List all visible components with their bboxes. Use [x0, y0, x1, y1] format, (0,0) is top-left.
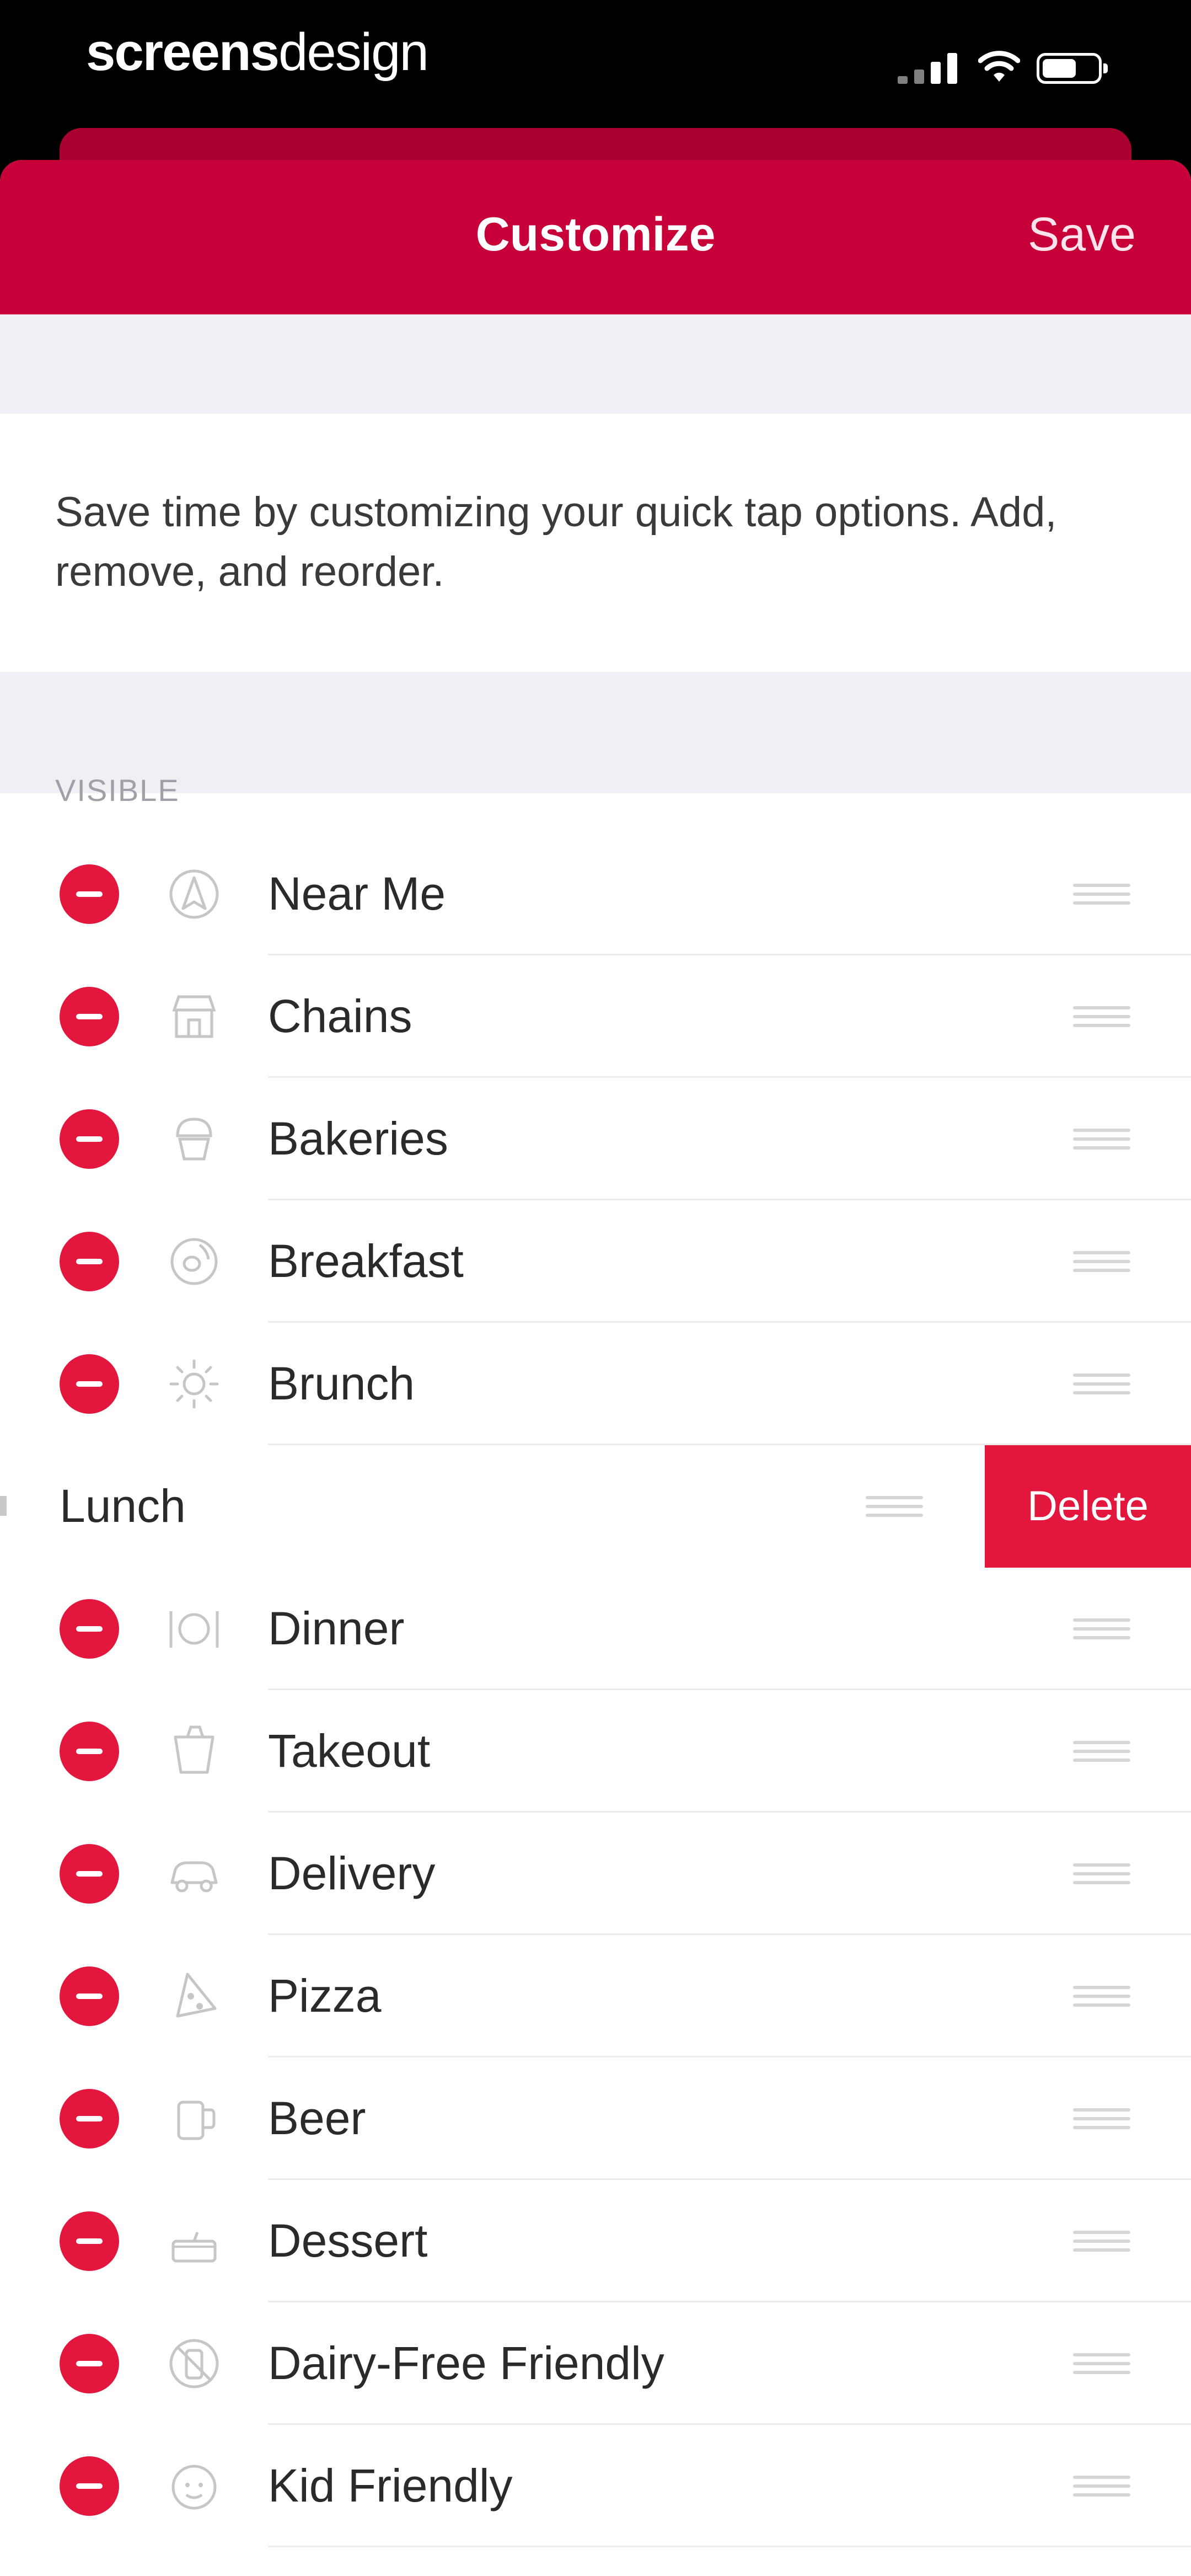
storefront-icon — [163, 986, 225, 1047]
list-item-label: Takeout — [268, 1725, 431, 1777]
sun-icon — [163, 1353, 225, 1415]
list-item-label: Dessert — [268, 2215, 428, 2267]
remove-item-button[interactable] — [60, 1109, 119, 1169]
remove-item-button[interactable] — [60, 2334, 119, 2393]
list-item-label: Dinner — [268, 1602, 405, 1654]
list-item-label: Beer — [268, 2092, 366, 2144]
remove-item-button[interactable] — [60, 2211, 119, 2271]
remove-item-button[interactable] — [60, 1844, 119, 1904]
list-item-label: Lunch — [60, 1480, 186, 1532]
customize-sheet: Customize Save Save time by customizing … — [0, 160, 1191, 2576]
status-bar: screensdesign — [0, 0, 1191, 128]
beer-mug-icon — [163, 2088, 225, 2150]
remove-item-button[interactable] — [60, 1232, 119, 1291]
location-arrow-icon — [163, 863, 225, 925]
watermark-bold: screens — [86, 23, 280, 82]
drag-handle-icon[interactable] — [1073, 884, 1130, 906]
watermark: screensdesign — [86, 22, 429, 83]
list-item[interactable]: Lunch Delete — [0, 1445, 1191, 1568]
drag-handle-icon[interactable] — [1073, 2476, 1130, 2498]
list-item-label: Delivery — [268, 1847, 436, 1899]
list-item[interactable]: Dessert — [0, 2180, 1191, 2302]
list-item[interactable]: Takeout — [0, 1690, 1191, 1813]
intro-text: Save time by customizing your quick tap … — [55, 489, 1057, 595]
remove-item-button[interactable] — [60, 1966, 119, 2026]
delete-button[interactable]: Delete — [985, 1445, 1191, 1568]
remove-item-button[interactable] — [60, 1354, 119, 1414]
list-item[interactable]: Beer — [0, 2057, 1191, 2180]
list-item[interactable]: Kid Friendly — [0, 2425, 1191, 2547]
egg-icon — [163, 1231, 225, 1292]
dairy-free-icon — [163, 2333, 225, 2395]
list-item-label: Breakfast — [268, 1235, 464, 1287]
list-item[interactable]: Chains — [0, 955, 1191, 1078]
remove-item-button[interactable] — [60, 2456, 119, 2516]
list-item-label: Chains — [268, 990, 412, 1042]
takeout-box-icon — [163, 1720, 225, 1782]
wifi-icon — [978, 49, 1021, 84]
cake-icon — [163, 2210, 225, 2272]
drag-handle-icon[interactable] — [1073, 1251, 1130, 1273]
drag-handle-icon[interactable] — [1073, 2353, 1130, 2375]
cellular-signal-icon — [898, 53, 958, 84]
drag-edge-indicator — [0, 1496, 7, 1516]
drag-handle-icon[interactable] — [1073, 1741, 1130, 1763]
drag-handle-icon[interactable] — [1073, 1618, 1130, 1640]
drag-handle-icon[interactable] — [1073, 2231, 1130, 2253]
list-item[interactable]: Brunch — [0, 1323, 1191, 1445]
watermark-light: design — [278, 23, 429, 82]
list-item-label: Dairy-Free Friendly — [268, 2337, 664, 2389]
list-item-label: Brunch — [268, 1358, 415, 1409]
delivery-car-icon — [163, 1843, 225, 1905]
list-item[interactable]: Bakeries — [0, 1078, 1191, 1200]
section-header: VISIBLE — [55, 773, 180, 808]
list-item[interactable]: Delivery — [0, 1813, 1191, 1935]
save-button[interactable]: Save — [1028, 207, 1136, 262]
list-item[interactable]: Dairy-Free Friendly — [0, 2302, 1191, 2425]
list-item[interactable]: Dinner — [0, 1568, 1191, 1690]
drag-handle-icon[interactable] — [1073, 1006, 1130, 1028]
list-item-label: Kid Friendly — [268, 2460, 513, 2511]
drag-handle-icon[interactable] — [1073, 1373, 1130, 1396]
pizza-slice-icon — [163, 1965, 225, 2027]
page-title: Customize — [475, 208, 716, 261]
drag-handle-icon[interactable] — [866, 1496, 923, 1518]
remove-item-button[interactable] — [60, 987, 119, 1046]
battery-icon — [1037, 53, 1108, 84]
list-item[interactable]: Near Me — [0, 833, 1191, 955]
cupcake-icon — [163, 1108, 225, 1170]
remove-item-button[interactable] — [60, 1722, 119, 1781]
row-separator — [268, 2546, 1191, 2547]
list-item[interactable]: Breakfast — [0, 1200, 1191, 1323]
remove-item-button[interactable] — [60, 864, 119, 924]
remove-item-button[interactable] — [60, 2089, 119, 2149]
list-item[interactable]: Pizza — [0, 1935, 1191, 2057]
top-spacer — [0, 314, 1191, 414]
list-item-label: Near Me — [268, 868, 446, 920]
kid-face-icon — [163, 2455, 225, 2517]
remove-item-button[interactable] — [60, 1599, 119, 1659]
drag-handle-icon[interactable] — [1073, 2108, 1130, 2130]
navigation-bar: Customize Save — [0, 160, 1191, 314]
list-item-label: Bakeries — [268, 1113, 448, 1164]
list-item-label: Pizza — [268, 1970, 382, 2022]
drag-handle-icon[interactable] — [1073, 1863, 1130, 1885]
fork-plate-knife-icon — [163, 1598, 225, 1660]
drag-handle-icon[interactable] — [1073, 1129, 1130, 1151]
drag-handle-icon[interactable] — [1073, 1986, 1130, 2008]
